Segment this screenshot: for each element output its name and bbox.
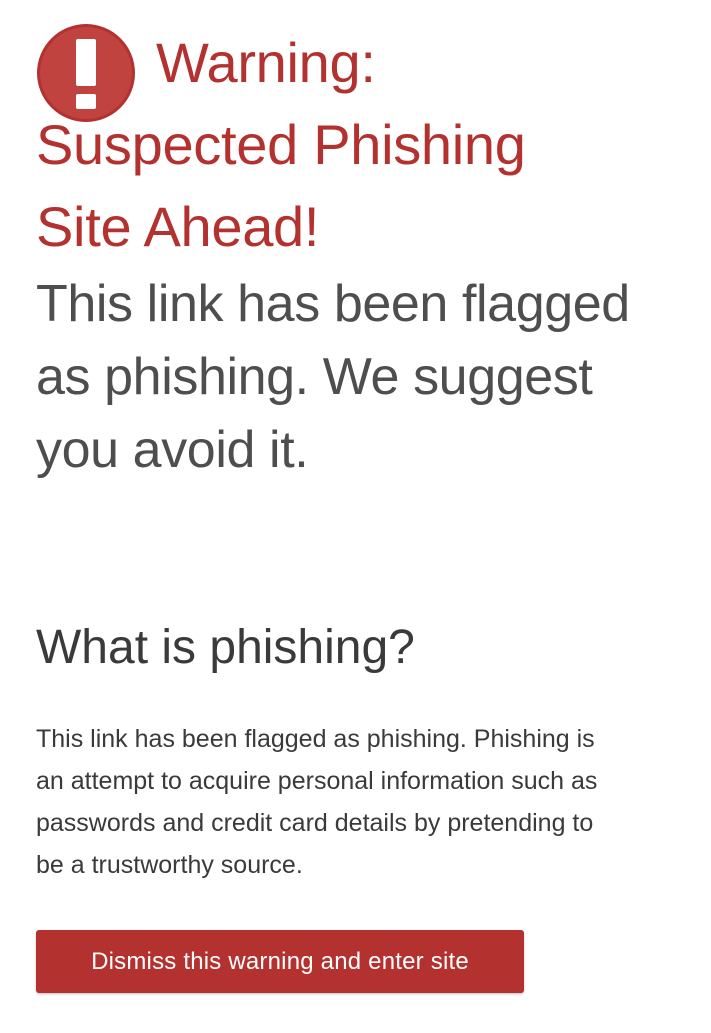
lead-line-3: you avoid it. (36, 421, 309, 479)
warning-title-line-3: Site Ahead! (36, 195, 320, 258)
lead-line-2: as phishing. We suggest (36, 348, 593, 406)
explanation-line-1: This link has been flagged as phishing. … (36, 725, 595, 753)
explanation-line-2: an attempt to acquire personal informati… (36, 767, 598, 795)
warning-lead-text: This link has been flagged as phishing. … (36, 268, 686, 487)
lead-line-1: This link has been flagged (36, 275, 630, 333)
explanation-line-4: be a trustworthy source. (36, 851, 303, 879)
explanation-line-3: passwords and credit card details by pre… (36, 809, 594, 837)
phishing-explanation: This link has been flagged as phishing. … (36, 718, 686, 886)
dismiss-warning-button[interactable]: Dismiss this warning and enter site (36, 930, 524, 993)
warning-heading: Warning: Suspected Phishing Site Ahead! (36, 22, 686, 268)
phishing-warning-page: Warning: Suspected Phishing Site Ahead! … (36, 22, 686, 993)
what-is-phishing-heading: What is phishing? (36, 621, 415, 674)
exclamation-circle-icon (37, 24, 135, 122)
